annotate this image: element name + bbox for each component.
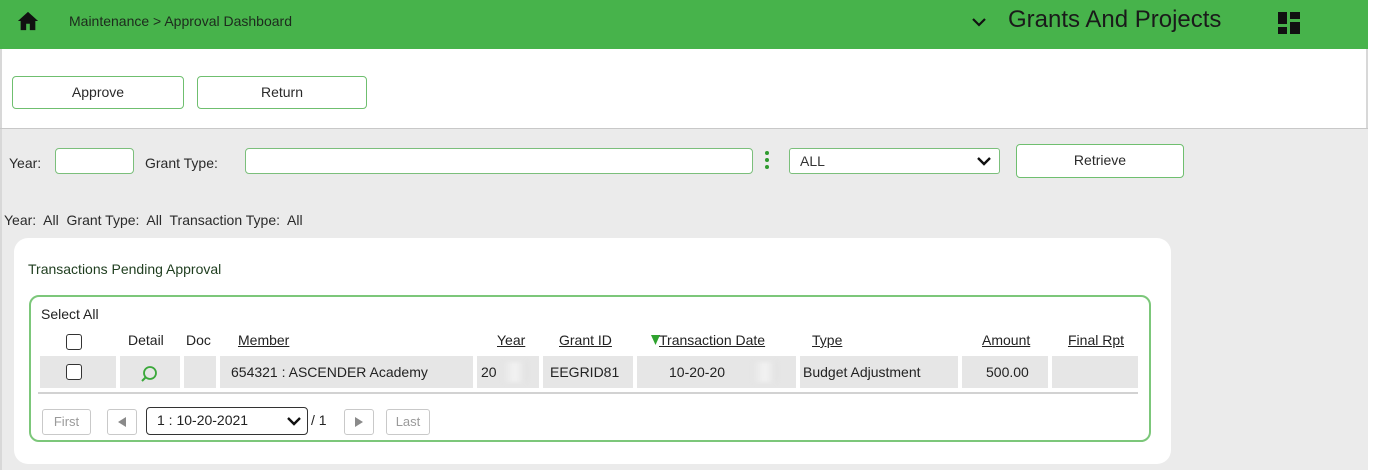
cell-member: 654321 : ASCENDER Academy (231, 364, 428, 380)
redacted-year (502, 362, 528, 382)
col-member[interactable]: Member (238, 332, 289, 348)
col-final-rpt[interactable]: Final Rpt (1068, 332, 1124, 348)
cell-amount: 500.00 (986, 364, 1029, 380)
page-select-value: 1 : 10-20-2021 (157, 412, 249, 428)
col-detail: Detail (128, 332, 164, 348)
kebab-menu-icon[interactable] (765, 151, 769, 169)
grant-type-label: Grant Type: (145, 155, 218, 171)
grant-type-input[interactable] (245, 148, 753, 174)
next-page-icon (355, 417, 363, 427)
select-all-label: Select All (41, 306, 99, 322)
chevron-down-icon (287, 417, 301, 426)
page-total: / 1 (311, 412, 327, 428)
prev-page-button[interactable] (107, 409, 137, 435)
col-amount[interactable]: Amount (982, 332, 1030, 348)
row-divider (38, 392, 1138, 394)
year-label: Year: (9, 155, 42, 171)
app-grid-icon[interactable] (1278, 12, 1300, 34)
chevron-down-icon[interactable] (970, 14, 988, 30)
col-transaction-date[interactable]: Transaction Date (659, 332, 765, 348)
retrieve-button[interactable]: Retrieve (1016, 144, 1184, 178)
magnifier-icon[interactable] (140, 365, 158, 383)
cell-type: Budget Adjustment (803, 364, 921, 380)
app-header: Maintenance > Approval Dashboard Grants … (0, 0, 1368, 49)
cell-transaction-date: 10-20-20 (669, 364, 726, 380)
grid-title: Transactions Pending Approval (28, 261, 222, 277)
year-input[interactable] (55, 148, 134, 174)
select-all-checkbox[interactable] (66, 334, 82, 350)
row-cell-bg (1052, 356, 1138, 388)
app-title: Grants And Projects (1008, 6, 1222, 33)
col-grant-id[interactable]: Grant ID (559, 332, 612, 348)
return-button[interactable]: Return (197, 76, 367, 109)
filter-summary: Year: All Grant Type: All Transaction Ty… (4, 212, 303, 228)
row-cell-bg (184, 356, 216, 388)
cell-year: 20 (481, 364, 497, 380)
redacted-date (752, 362, 778, 382)
transaction-type-select[interactable]: ALL (789, 148, 1000, 174)
col-type[interactable]: Type (812, 332, 842, 348)
col-doc: Doc (186, 332, 211, 348)
page-select[interactable]: 1 : 10-20-2021 (146, 407, 308, 435)
transaction-type-selected: ALL (800, 153, 825, 169)
first-page-button[interactable]: First (42, 409, 91, 435)
cell-grant-id: EEGRID81 (550, 364, 620, 380)
approve-button[interactable]: Approve (12, 76, 184, 109)
chevron-down-icon (977, 157, 991, 166)
col-year[interactable]: Year (497, 332, 525, 348)
home-icon[interactable] (17, 10, 39, 32)
next-page-button[interactable] (344, 409, 374, 435)
last-page-button[interactable]: Last (386, 409, 430, 435)
prev-page-icon (118, 417, 126, 427)
row-checkbox[interactable] (66, 364, 82, 380)
breadcrumb: Maintenance > Approval Dashboard (69, 13, 292, 29)
